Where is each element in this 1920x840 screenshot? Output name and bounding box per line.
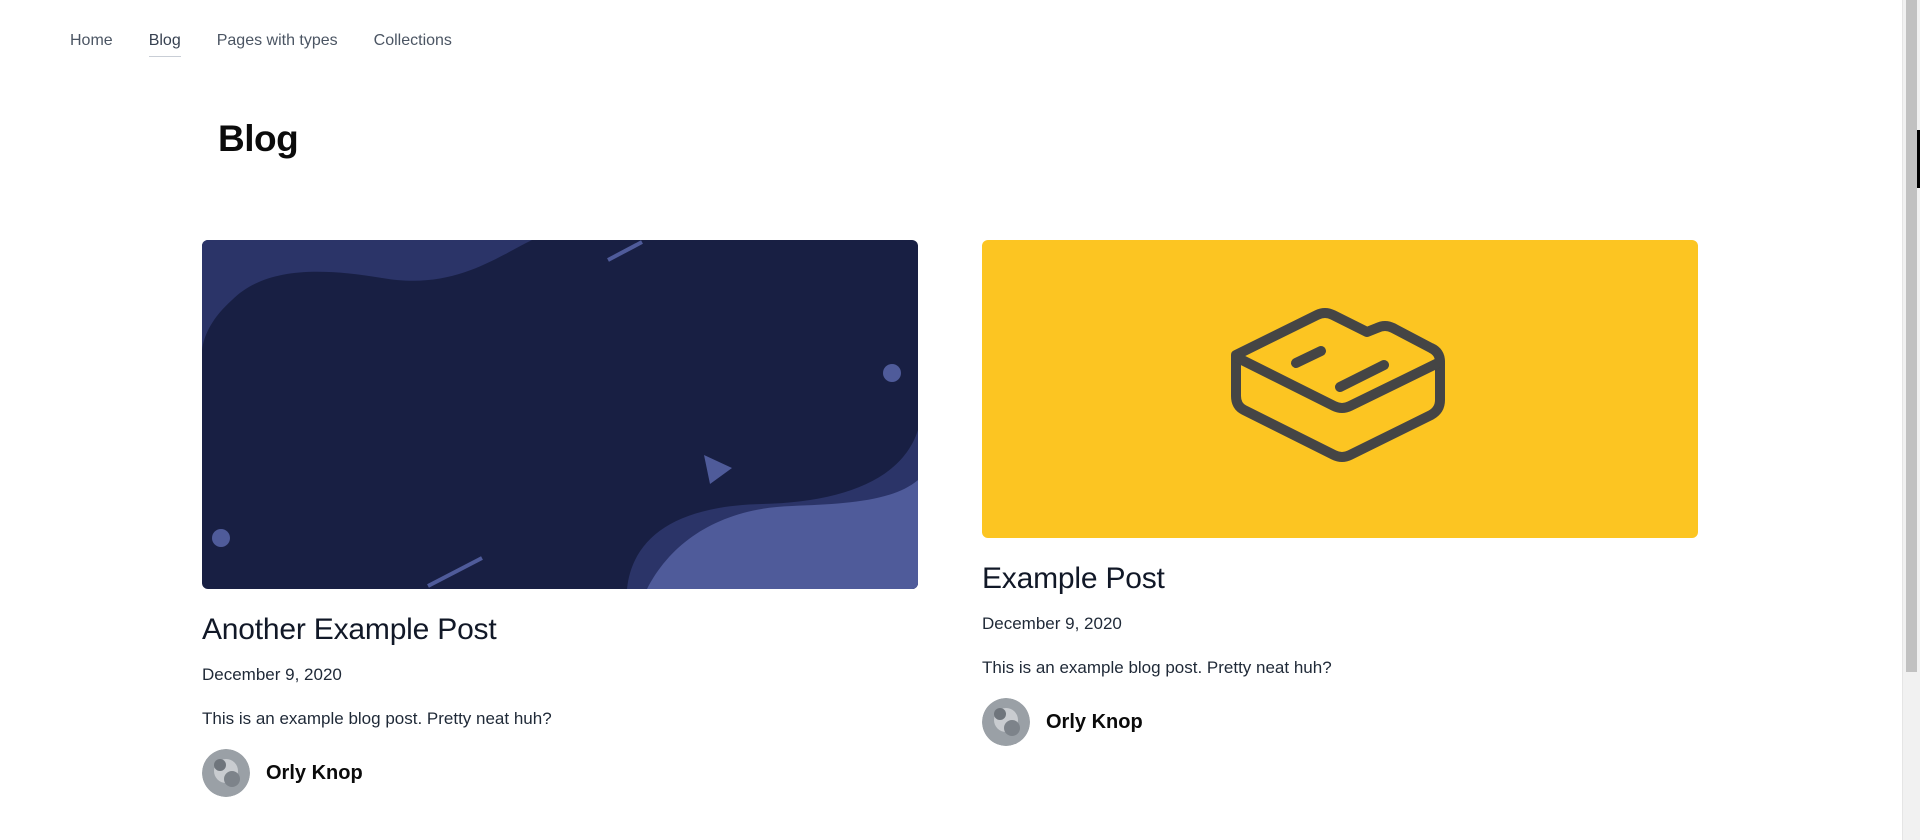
post-date: December 9, 2020 — [202, 665, 342, 684]
top-nav: Home Blog Pages with types Collections — [70, 32, 452, 57]
author-name: Orly Knop — [1046, 710, 1143, 733]
post-author: Orly Knop — [982, 698, 1698, 746]
post-excerpt: This is an example blog post. Pretty nea… — [202, 709, 552, 728]
avatar — [982, 698, 1030, 746]
post-title[interactable]: Another Example Post — [202, 613, 918, 647]
author-name: Orly Knop — [266, 761, 363, 784]
post-date: December 9, 2020 — [982, 614, 1122, 633]
post-cover-image[interactable] — [982, 240, 1698, 538]
post-card[interactable]: Another Example Post December 9, 2020 Th… — [202, 240, 918, 797]
post-cover-image[interactable] — [202, 240, 918, 589]
box-logo-cover — [982, 240, 1698, 538]
post-excerpt: This is an example blog post. Pretty nea… — [982, 658, 1332, 677]
nav-item-collections[interactable]: Collections — [374, 32, 452, 57]
page-title: Blog — [218, 118, 299, 159]
nav-item-pages-with-types[interactable]: Pages with types — [217, 32, 338, 57]
vertical-scrollbar[interactable] — [1902, 0, 1920, 840]
post-card[interactable]: Example Post December 9, 2020 This is an… — [982, 240, 1698, 746]
scrollbar-thumb[interactable] — [1906, 0, 1917, 672]
abstract-wave-cover — [202, 240, 918, 589]
nav-item-home[interactable]: Home — [70, 32, 113, 57]
post-title[interactable]: Example Post — [982, 562, 1698, 596]
nav-item-blog[interactable]: Blog — [148, 32, 181, 57]
page: Home Blog Pages with types Collections B… — [0, 0, 1920, 840]
post-author: Orly Knop — [202, 749, 918, 797]
avatar — [202, 749, 250, 797]
